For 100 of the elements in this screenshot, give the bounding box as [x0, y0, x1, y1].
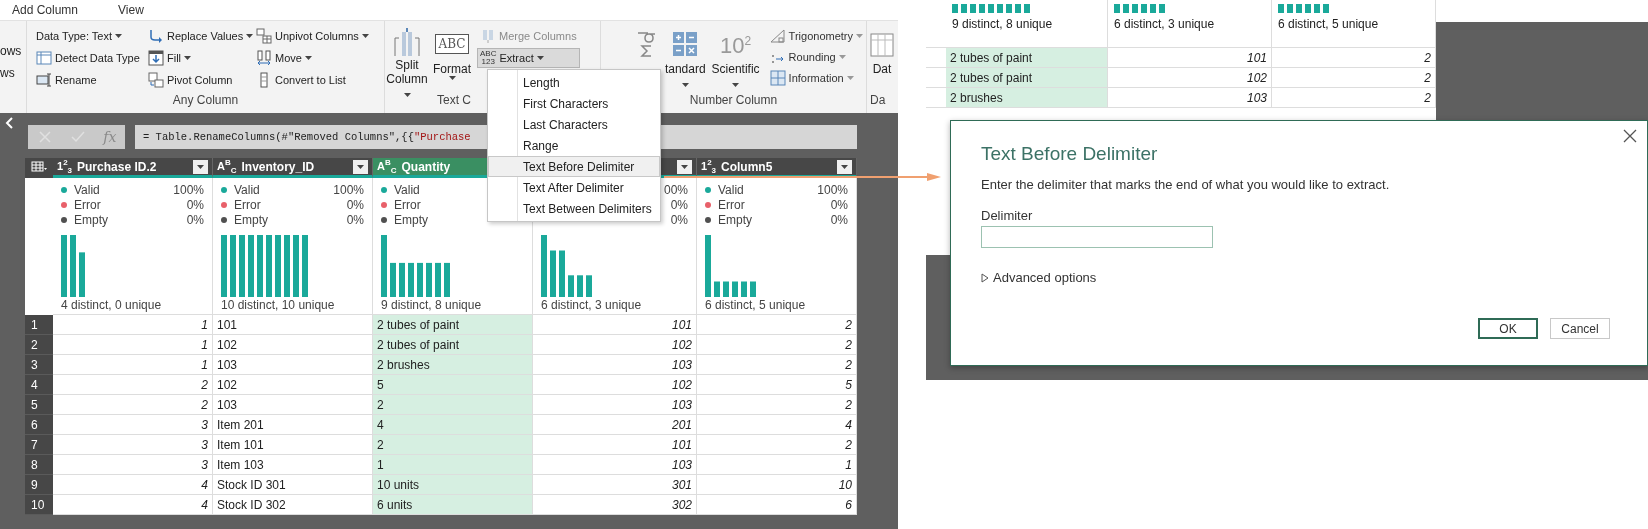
table-cell: 2: [373, 395, 533, 415]
table-cell: 102: [213, 335, 373, 355]
table-cell: 6 units: [373, 495, 533, 515]
table-cell: Stock ID 301: [213, 475, 373, 495]
table-cell: 2: [1272, 48, 1436, 68]
stat-value: 0%: [186, 212, 204, 227]
table-cell: 6: [697, 495, 857, 515]
row-number: 6: [25, 415, 53, 435]
table-cell: 10 units: [373, 475, 533, 495]
table-cell: 2: [53, 375, 213, 395]
table-cell: 103: [213, 355, 373, 375]
row-number: 2: [25, 335, 53, 355]
table-cell: 1: [53, 315, 213, 335]
table-cell: 301: [533, 475, 697, 495]
table-cell: 2: [697, 355, 857, 375]
stat-label: Error: [718, 197, 745, 212]
column-name: Purchase ID.2: [77, 159, 158, 174]
table-cell: 2: [697, 335, 857, 355]
table-cell: Item 201: [213, 415, 373, 435]
format-icon: ABC: [434, 34, 470, 54]
row-number: 8: [25, 455, 53, 475]
table-cell: 103: [533, 395, 697, 415]
distinct-count: 9 distinct, 8 unique: [952, 17, 1054, 31]
table-cell: 2 tubes of paint: [946, 68, 1108, 88]
column-name: Inventory_ID: [241, 159, 316, 174]
table-cell: 103: [533, 455, 697, 475]
group-label: Da: [870, 93, 886, 107]
table-cell: 3: [53, 415, 213, 435]
table-cell: 4: [53, 495, 213, 515]
table-cell: 4: [697, 415, 857, 435]
table-cell: 2: [697, 315, 857, 335]
distinct-count: 6 distinct, 5 unique: [1278, 17, 1380, 31]
table-cell: 2 brushes: [946, 88, 1108, 108]
table-cell: 4: [53, 475, 213, 495]
stat-label: Valid: [718, 182, 744, 197]
table-cell: 102: [533, 375, 697, 395]
stat-value: 0%: [346, 212, 364, 227]
stat-label: Valid: [234, 182, 260, 197]
table-cell: 1: [53, 335, 213, 355]
stat-value: 100%: [817, 182, 848, 197]
stat-label: Error: [74, 197, 101, 212]
table-cell: 10: [697, 475, 857, 495]
stat-value: 0%: [186, 197, 204, 212]
row-number: 3: [25, 355, 53, 375]
table-cell: 2 tubes of paint: [373, 315, 533, 335]
stat-value: 0%: [830, 197, 848, 212]
stat-value: 0%: [670, 197, 688, 212]
row-number: 5: [25, 395, 53, 415]
stat-label: Valid: [394, 182, 420, 197]
table-cell: 2: [1272, 88, 1436, 108]
table-cell: 4: [373, 415, 533, 435]
table-cell: 2 tubes of paint: [373, 335, 533, 355]
stat-label: Valid: [74, 182, 100, 197]
table-cell: 5: [697, 375, 857, 395]
field-label: Delimiter: [981, 208, 1034, 223]
distinct-count: 10 distinct, 10 unique: [221, 298, 336, 312]
stat-label: Error: [234, 197, 261, 212]
stat-label: Empty: [74, 212, 108, 227]
stat-value: 100%: [333, 182, 364, 197]
distinct-count: 4 distinct, 0 unique: [61, 298, 163, 312]
table-cell: 101: [213, 315, 373, 335]
stat-label: Empty: [718, 212, 752, 227]
table-cell: Item 103: [213, 455, 373, 475]
stat-value: 0%: [830, 212, 848, 227]
table-cell: 101: [533, 315, 697, 335]
table-cell: 5: [373, 375, 533, 395]
table-cell: Stock ID 302: [213, 495, 373, 515]
table-cell: 102: [213, 375, 373, 395]
table-cell: 2 tubes of paint: [946, 48, 1108, 68]
table-cell: 2: [697, 435, 857, 455]
row-number: 1: [25, 315, 53, 335]
distinct-count: 6 distinct, 3 unique: [541, 298, 643, 312]
table-cell: 1: [53, 355, 213, 375]
table-cell: 3: [53, 435, 213, 455]
stat-value: 0%: [346, 197, 364, 212]
row-number: 4: [25, 375, 53, 395]
table-cell: 2: [53, 395, 213, 415]
dialog-title: Text Before Delimiter: [981, 143, 1159, 165]
table-cell: 2 brushes: [373, 355, 533, 375]
stat-value: 00%: [663, 182, 688, 197]
row-number: 10: [25, 495, 53, 515]
stat-value: 0%: [670, 212, 688, 227]
stat-label: Error: [394, 197, 421, 212]
table-cell: Item 101: [213, 435, 373, 455]
table-cell: 1: [697, 455, 857, 475]
group-label: Number Column: [689, 93, 778, 107]
stat-label: Empty: [394, 212, 428, 227]
row-number: 7: [25, 435, 53, 455]
distinct-count: 9 distinct, 8 unique: [381, 298, 483, 312]
table-cell: 101: [1108, 48, 1272, 68]
table-cell: 103: [533, 355, 697, 375]
table-cell: 2: [1272, 68, 1436, 88]
table-cell: 103: [213, 395, 373, 415]
exponent-icon: 10$^{2}$: [720, 34, 752, 54]
group-label: Any Column: [172, 93, 239, 107]
table-cell: 102: [1108, 68, 1272, 88]
table-cell: 3: [53, 455, 213, 475]
distinct-count: 6 distinct, 3 unique: [1114, 17, 1216, 31]
dialog-description: Enter the delimiter that marks the end of what you would like to extract.: [981, 177, 1391, 192]
table-cell: 103: [1108, 88, 1272, 108]
